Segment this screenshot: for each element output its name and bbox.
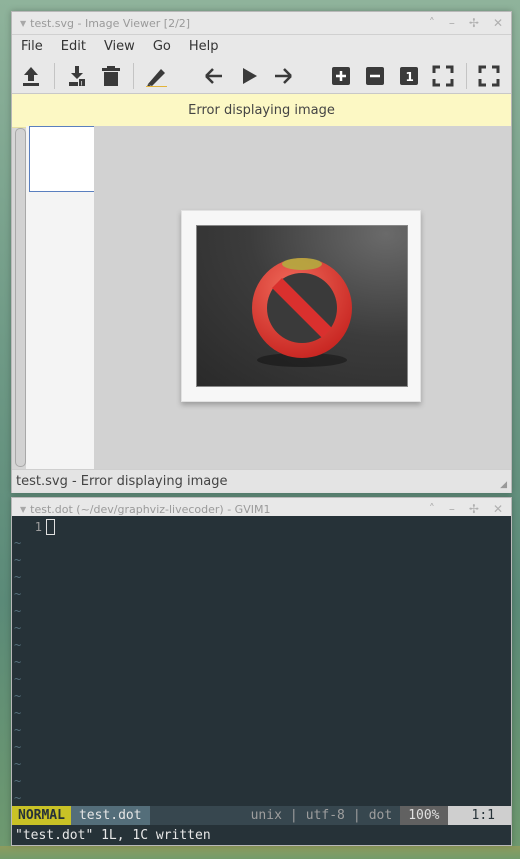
menu-help[interactable]: Help	[189, 39, 219, 54]
image-display-area	[94, 126, 511, 469]
minimize-icon[interactable]: –	[449, 502, 455, 516]
empty-line-marker: ~	[14, 621, 22, 635]
maximize-icon[interactable]: ✢	[469, 16, 479, 30]
error-banner: Error displaying image	[12, 94, 511, 128]
desktop-panel-edge	[0, 846, 520, 859]
zoom-fit-button[interactable]	[432, 65, 454, 87]
fullscreen-button[interactable]	[478, 65, 500, 87]
zoom-in-icon	[332, 67, 350, 85]
toolbar-separator	[466, 63, 467, 89]
error-banner-text: Error displaying image	[188, 103, 335, 118]
fit-icon	[432, 65, 454, 87]
close-icon[interactable]: ✕	[493, 16, 503, 30]
zoom-in-button[interactable]	[330, 65, 352, 87]
menu-view[interactable]: View	[104, 39, 135, 54]
empty-line-marker: ~	[14, 536, 22, 550]
empty-line-marker: ~	[14, 672, 22, 686]
empty-line-marker: ~	[14, 757, 22, 771]
window-menu-icon[interactable]: ▼	[20, 19, 26, 28]
thumbnail-scrollbar[interactable]	[15, 128, 26, 467]
image-viewer-window: ▼ test.svg - Image Viewer [2/2] ˄ – ✢ ✕ …	[11, 11, 512, 493]
fileformat: unix	[250, 808, 282, 823]
zoom-normal-button[interactable]: 1	[398, 65, 420, 87]
open-button[interactable]	[20, 65, 42, 87]
up-icon[interactable]: ˄	[429, 502, 435, 516]
empty-line-marker: ~	[14, 740, 22, 754]
resize-grip-icon[interactable]: ◢	[500, 480, 507, 490]
empty-line-marker: ~	[14, 604, 22, 618]
trash-icon	[102, 66, 120, 86]
arrow-left-icon	[205, 68, 222, 84]
statusline-sep: |	[289, 808, 298, 823]
empty-line-marker: ~	[14, 791, 22, 805]
pencil-icon	[146, 69, 167, 87]
arrow-right-icon	[275, 68, 292, 84]
statusline-filename: test.dot	[70, 806, 150, 825]
statusline-sep: |	[352, 808, 361, 823]
mode-indicator: NORMAL	[12, 806, 71, 825]
previous-button[interactable]	[203, 65, 225, 87]
zoom-out-button[interactable]	[364, 65, 386, 87]
empty-line-marker: ~	[14, 587, 22, 601]
vim-statusline: NORMAL test.dot unix | utf-8 | dot 100% …	[12, 806, 511, 825]
delete-button[interactable]	[100, 65, 122, 87]
toolbar-separator	[133, 63, 134, 89]
edit-button[interactable]	[145, 65, 167, 87]
text-cursor	[46, 518, 55, 535]
broken-image-frame	[181, 210, 421, 402]
gvim-window-title: test.dot (~/dev/graphviz-livecoder) - GV…	[30, 502, 271, 516]
next-button[interactable]	[272, 65, 294, 87]
editor-line: 1	[12, 518, 55, 535]
zoom-one-label: 1	[406, 70, 414, 84]
status-text: test.svg - Error displaying image	[16, 474, 228, 489]
slideshow-button[interactable]	[238, 65, 260, 87]
save-button[interactable]: I	[66, 65, 88, 87]
upload-icon	[23, 67, 39, 86]
thumbnail-panel	[26, 126, 95, 469]
empty-line-marker: ~	[14, 553, 22, 567]
svg-text:I: I	[81, 81, 83, 88]
window-menu-icon[interactable]: ▼	[20, 505, 26, 514]
cursor-position: 1:1	[447, 806, 511, 825]
menu-go[interactable]: Go	[153, 39, 171, 54]
vim-editor[interactable]: 1 ~ ~ ~ ~ ~ ~ ~ ~ ~ ~ ~ ~ ~ ~ ~ ~	[12, 516, 511, 805]
file-percent: 100%	[400, 806, 448, 825]
empty-line-marker: ~	[14, 689, 22, 703]
empty-line-marker: ~	[14, 723, 22, 737]
zoom-out-icon	[366, 67, 384, 85]
viewer-content	[12, 126, 511, 469]
empty-line-marker: ~	[14, 706, 22, 720]
viewer-statusbar: test.svg - Error displaying image ◢	[12, 469, 511, 493]
viewer-titlebar[interactable]: ▼ test.svg - Image Viewer [2/2] ˄ – ✢ ✕	[12, 12, 511, 35]
up-icon[interactable]: ˄	[429, 16, 435, 30]
gvim-window: ▼ test.dot (~/dev/graphviz-livecoder) - …	[11, 497, 512, 846]
command-line[interactable]: "test.dot" 1L, 1C written	[12, 825, 511, 845]
minimize-icon[interactable]: –	[449, 16, 455, 30]
viewer-window-title: test.svg - Image Viewer [2/2]	[30, 16, 191, 30]
empty-line-marker: ~	[14, 570, 22, 584]
broken-image-icon	[196, 225, 408, 387]
thumbnail-item[interactable]	[29, 126, 95, 192]
empty-line-marker: ~	[14, 774, 22, 788]
encoding: utf-8	[305, 808, 345, 823]
fullscreen-icon	[478, 65, 500, 87]
empty-line-marker: ~	[14, 655, 22, 669]
close-icon[interactable]: ✕	[493, 502, 503, 516]
maximize-icon[interactable]: ✢	[469, 502, 479, 516]
viewer-toolbar: I 1	[12, 57, 511, 94]
menu-edit[interactable]: Edit	[61, 39, 86, 54]
download-icon: I	[69, 66, 85, 88]
line-number: 1	[34, 519, 42, 534]
menu-file[interactable]: File	[21, 39, 43, 54]
viewer-menubar: File Edit View Go Help	[12, 35, 511, 57]
filetype: dot	[368, 808, 393, 823]
play-icon	[243, 68, 257, 84]
toolbar-separator	[54, 63, 55, 89]
message-text: "test.dot" 1L, 1C written	[15, 827, 211, 843]
empty-line-marker: ~	[14, 638, 22, 652]
zoom-1-icon: 1	[400, 67, 418, 85]
